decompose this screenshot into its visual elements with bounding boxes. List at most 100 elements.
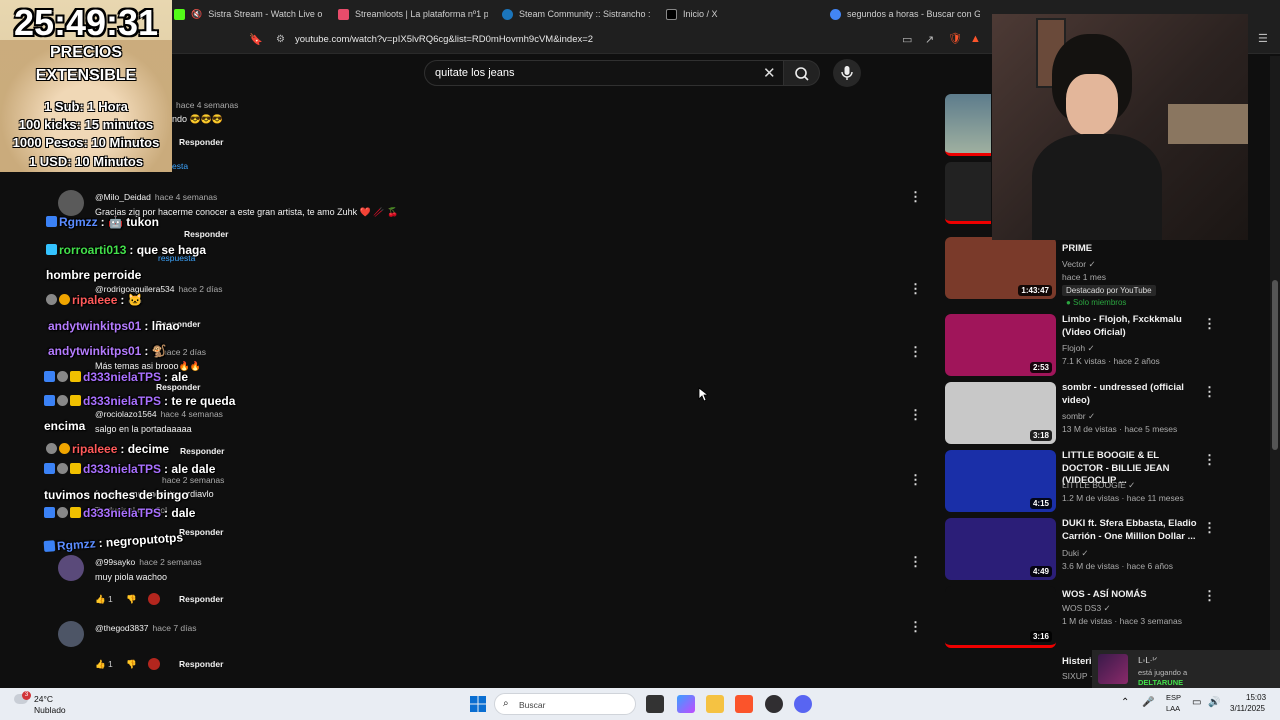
browser-tab[interactable]: Streamloots | La plataforma nº1 para: [338, 0, 488, 28]
brave-browser-icon[interactable]: [735, 695, 753, 713]
dislike-button[interactable]: 👎: [126, 659, 137, 670]
reply-button[interactable]: Responder: [179, 659, 223, 669]
dislike-button[interactable]: 👎: [126, 594, 137, 605]
avatar[interactable]: [58, 621, 84, 647]
thumbnail[interactable]: 3:16: [945, 586, 1056, 648]
chat-message: andytwinkitps01: 🐒: [48, 344, 167, 358]
cast-icon[interactable]: ▭: [902, 35, 912, 46]
file-explorer-icon[interactable]: [706, 695, 724, 713]
network-icon[interactable]: ▭: [1192, 697, 1201, 708]
avatar[interactable]: [58, 555, 84, 581]
video-title[interactable]: DUKI ft. Sfera Ebbasta, Eladio Carrión -…: [1062, 518, 1197, 543]
reply-button[interactable]: Responder: [179, 527, 223, 537]
more-options-icon[interactable]: ⋮: [909, 408, 922, 421]
clock-date[interactable]: 3/11/2025: [1230, 704, 1265, 713]
share-icon[interactable]: ↗: [925, 35, 934, 46]
video-card[interactable]: 4:15 LITTLE BOOGIE & EL DOCTOR - BILLIE …: [945, 450, 1275, 512]
browser-tab[interactable]: Steam Community :: Sistrancho :: Item: [502, 0, 650, 28]
browser-tab[interactable]: Inicio / X: [666, 0, 816, 28]
creator-heart-icon: [148, 658, 160, 670]
more-options-icon[interactable]: ⋮: [1203, 316, 1216, 332]
video-title[interactable]: Limbo - Flojoh, Fxckkmalu (Video Oficial…: [1062, 314, 1197, 339]
gift-badge-icon: [59, 294, 70, 305]
bookmark-icon[interactable]: 🔖: [249, 35, 263, 46]
clock-time[interactable]: 15:03: [1246, 693, 1266, 702]
search-box[interactable]: quitate los jeans ✕: [424, 60, 784, 86]
search-input[interactable]: quitate los jeans: [435, 67, 515, 79]
weather-temp[interactable]: 24°C: [34, 694, 53, 704]
avatar[interactable]: [58, 190, 84, 216]
prices-title: PRECIOS: [49, 44, 122, 61]
video-card[interactable]: 3:16 WOS - ASÍ NOMÁS WOS DS3 ✓ 1 M de vi…: [945, 586, 1275, 648]
video-card[interactable]: 3:18 sombr - undressed (official video) …: [945, 382, 1275, 444]
copilot-icon[interactable]: [677, 695, 695, 713]
like-button[interactable]: 👍 1: [95, 594, 113, 605]
more-options-icon[interactable]: ⋮: [909, 190, 922, 203]
more-options-icon[interactable]: ⋮: [909, 282, 922, 295]
comment-time: hace 4 semanas: [176, 100, 239, 110]
channel-name[interactable]: WOS DS3 ✓: [1062, 603, 1111, 614]
reply-button[interactable]: Responder: [184, 229, 228, 239]
channel-name[interactable]: Vector ✓: [1062, 259, 1096, 270]
voice-search-button[interactable]: [833, 59, 861, 87]
volume-icon[interactable]: 🔊: [1208, 697, 1220, 708]
reply-button[interactable]: Responder: [180, 446, 224, 456]
comment-author[interactable]: @Milo_Deidad hace 4 semanas: [95, 192, 217, 202]
comment-author[interactable]: @rociolazo1564 hace 4 semanas: [95, 409, 223, 419]
more-options-icon[interactable]: ⋮: [1203, 452, 1216, 468]
task-view-icon[interactable]: [646, 695, 664, 713]
thumbnail[interactable]: [945, 162, 991, 224]
channel-name[interactable]: SIXUP ·: [1062, 671, 1093, 681]
thumbnail[interactable]: 4:15: [945, 450, 1056, 512]
thumbnail[interactable]: [945, 94, 991, 156]
taskbar-search[interactable]: ⌕ Buscar: [494, 693, 636, 715]
thumbnail[interactable]: 3:18: [945, 382, 1056, 444]
windows-start-icon[interactable]: [470, 696, 486, 712]
scrollbar-thumb[interactable]: [1272, 280, 1278, 450]
channel-name[interactable]: Duki ✓: [1062, 548, 1089, 559]
comment-author[interactable]: @thegod3837 hace 7 días: [95, 623, 197, 633]
comment-author[interactable]: @99sayko hace 2 semanas: [95, 557, 202, 567]
more-options-icon[interactable]: ⋮: [1203, 384, 1216, 400]
site-settings-icon[interactable]: ⚙: [276, 35, 285, 45]
more-options-icon[interactable]: ⋮: [909, 620, 922, 633]
discord-icon[interactable]: [794, 695, 812, 713]
obs-icon[interactable]: [765, 695, 783, 713]
comment-text: muy piola wachoo: [95, 572, 168, 582]
browser-tab[interactable]: segundos a horas - Buscar con Goog: [830, 0, 980, 28]
more-options-icon[interactable]: ⋮: [909, 345, 922, 358]
language-indicator[interactable]: ESP: [1166, 693, 1181, 702]
mic-tray-icon[interactable]: 🎤: [1142, 697, 1154, 708]
tray-overflow-icon[interactable]: ⌃: [1121, 697, 1129, 708]
like-button[interactable]: 👍 1: [95, 659, 113, 670]
video-card[interactable]: 4:49 DUKI ft. Sfera Ebbasta, Eladio Carr…: [945, 518, 1275, 580]
replies-link[interactable]: esta: [172, 161, 188, 171]
brave-rewards-icon[interactable]: ▲: [970, 34, 981, 45]
verified-badge-icon: [43, 540, 56, 552]
channel-name[interactable]: LITTLE BOOGIE ✓: [1062, 480, 1135, 491]
reply-button[interactable]: Responder: [179, 137, 223, 147]
clear-search-icon[interactable]: ✕: [763, 64, 776, 82]
url-field[interactable]: youtube.com/watch?v=pIX5lvRQ6cg&list=RD0…: [295, 34, 593, 45]
browser-tab[interactable]: 🔇Sistra Stream - Watch Live on Kic: [174, 0, 322, 28]
video-title[interactable]: PRIME: [1062, 243, 1197, 256]
brave-shield-icon[interactable]: 🛡: [948, 34, 962, 45]
sub-badge-icon: [46, 443, 57, 454]
video-card[interactable]: 2:53 Limbo - Flojoh, Fxckkmalu (Video Of…: [945, 314, 1275, 376]
thumbnail[interactable]: 4:49: [945, 518, 1056, 580]
thumbnail[interactable]: 1:43:47: [945, 237, 1056, 299]
channel-name[interactable]: Flojoh ✓: [1062, 343, 1095, 354]
video-title[interactable]: sombr - undressed (official video): [1062, 382, 1197, 407]
more-options-icon[interactable]: ⋮: [1203, 588, 1216, 604]
more-options-icon[interactable]: ⋮: [1203, 520, 1216, 536]
chat-message: d333nielaTPS: ale: [44, 370, 188, 384]
thumbnail[interactable]: 2:53: [945, 314, 1056, 376]
channel-name[interactable]: sombr ✓: [1062, 411, 1095, 422]
more-options-icon[interactable]: ⋮: [909, 473, 922, 486]
more-options-icon[interactable]: ⋮: [909, 555, 922, 568]
video-card[interactable]: 1:43:47 PRIME Vector ✓ hace 1 mes Destac…: [945, 237, 1275, 307]
menu-icon[interactable]: ☰: [1258, 34, 1268, 45]
video-title[interactable]: WOS - ASÍ NOMÁS: [1062, 589, 1197, 602]
reply-button[interactable]: Responder: [179, 594, 223, 604]
search-button[interactable]: [784, 60, 820, 86]
